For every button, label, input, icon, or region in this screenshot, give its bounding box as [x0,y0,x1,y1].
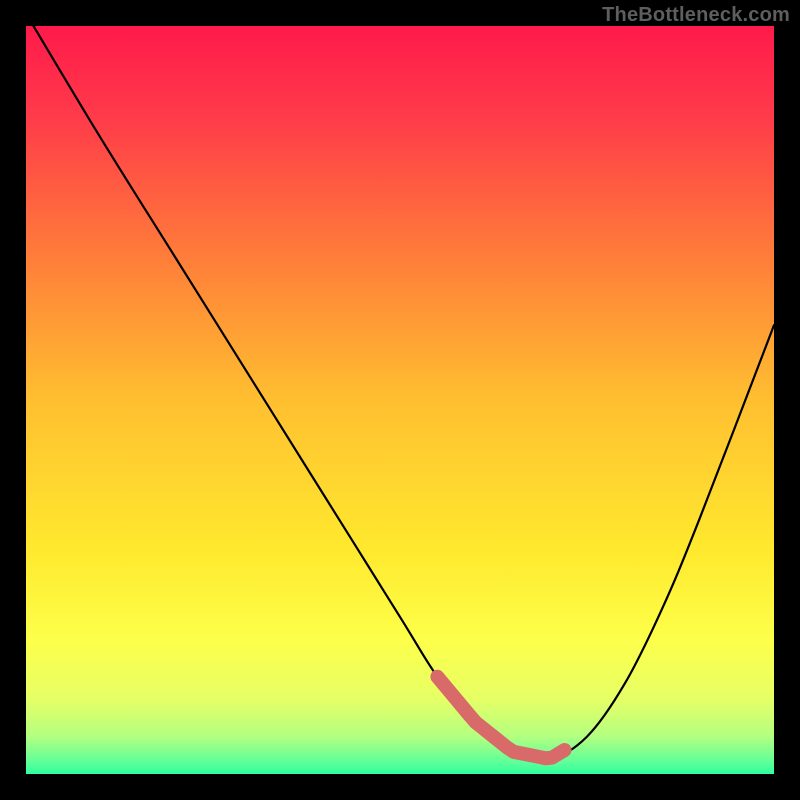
watermark-text: TheBottleneck.com [602,4,790,27]
bottleneck-curve-svg [26,26,774,774]
plot-area [26,26,774,774]
optimal-range-highlight [437,677,564,758]
chart-frame: TheBottleneck.com [0,0,800,800]
bottleneck-curve [33,26,774,760]
